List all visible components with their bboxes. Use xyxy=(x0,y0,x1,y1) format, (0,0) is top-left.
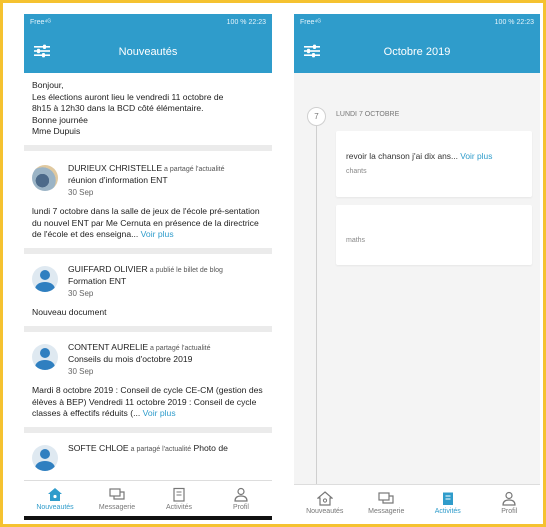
news-post[interactable]: DURIEUX CHRISTELLE a partagé l'actualité… xyxy=(24,150,272,248)
nav-messages[interactable]: Messagerie xyxy=(86,481,148,516)
day-label: LUNDI 7 OCTOBRE xyxy=(336,111,400,118)
activity-card[interactable]: revoir la chanson j'ai dix ans... Voir p… xyxy=(336,131,532,197)
phone-news-feed: Free⁴ᴳ 100 % 22:23 Nouveautés Bonjour, L… xyxy=(24,14,272,520)
page-title: Octobre 2019 xyxy=(383,46,451,58)
post-date: 30 Sep xyxy=(68,366,94,376)
system-nav-bar xyxy=(24,516,272,520)
post-action: a partagé l'actualité xyxy=(148,344,211,352)
chat-icon xyxy=(378,491,394,504)
post-header: CONTENT AURELIE a partagé l'actualité Co… xyxy=(32,342,264,378)
home-icon xyxy=(316,490,333,506)
post-header: DURIEUX CHRISTELLE a partagé l'actualité… xyxy=(32,163,264,199)
status-bar: Free⁴ᴳ 100 % 22:23 xyxy=(294,14,540,31)
phone-activities: Free⁴ᴳ 100 % 22:23 Octobre 2019 7 LUNDI … xyxy=(294,14,540,520)
post-action: a publié le billet de blog xyxy=(147,266,223,274)
nav-news[interactable]: Nouveautés xyxy=(24,481,86,516)
post-meta: CONTENT AURELIE a partagé l'actualité Co… xyxy=(68,342,211,378)
nav-news[interactable]: Nouveautés xyxy=(294,485,356,520)
avatar[interactable] xyxy=(32,444,58,471)
status-right: 100 % 22:23 xyxy=(495,19,534,26)
post-meta: SOFTE CHLOE a partagé l'actualité Photo … xyxy=(68,443,228,456)
post-author[interactable]: CONTENT AURELIE xyxy=(68,342,148,352)
post-body: Mardi 8 octobre 2019 : Conseil de cycle … xyxy=(32,385,264,420)
avatar[interactable] xyxy=(32,164,58,191)
avatar[interactable] xyxy=(32,343,58,370)
page-title: Nouveautés xyxy=(118,46,178,58)
post-body: lundi 7 octobre dans la salle de jeux de… xyxy=(32,206,264,241)
status-right: 100 % 22:23 xyxy=(227,19,266,26)
post-action: a partagé l'actualité xyxy=(162,165,225,173)
user-icon xyxy=(502,491,516,506)
nav-label: Nouveautés xyxy=(36,503,74,511)
post-date: 30 Sep xyxy=(68,187,94,197)
see-more-link[interactable]: Voir plus xyxy=(460,151,492,161)
nav-label: Activités xyxy=(165,503,193,511)
news-post[interactable]: GUIFFARD OLIVIER a publié le billet de b… xyxy=(24,253,272,326)
post-body: Nouveau document xyxy=(32,307,107,317)
nav-activities[interactable]: Activités xyxy=(417,485,479,520)
activity-tag: maths xyxy=(346,237,366,244)
nav-activities[interactable]: Activités xyxy=(148,481,210,516)
notebook-icon xyxy=(442,492,453,505)
carrier-label: Free⁴ᴳ xyxy=(300,19,321,26)
announcement-line: Les élections auront lieu le vendredi 11… xyxy=(32,91,224,102)
nav-label: Activités xyxy=(434,507,461,515)
battery-label: 100 % xyxy=(494,19,515,26)
post-action: a partagé l'actualité xyxy=(128,445,192,453)
activity-tag: chants xyxy=(346,168,367,175)
announcement-line: Bonne journée xyxy=(32,114,88,125)
activity-timeline: 7 LUNDI 7 OCTOBRE revoir la chanson j'ai… xyxy=(294,73,540,484)
announcement-line: Mme Dupuis xyxy=(32,126,81,136)
news-post[interactable]: SOFTE CHLOE a partagé l'actualité Photo … xyxy=(24,432,272,484)
post-date: 30 Sep xyxy=(68,288,94,298)
carrier-label: Free⁴ᴳ xyxy=(30,19,51,26)
announcement-line: Bonjour, xyxy=(32,80,64,90)
post-author[interactable]: DURIEUX CHRISTELLE xyxy=(68,163,162,173)
battery-label: 100 % xyxy=(226,19,247,26)
post-subject: réunion d'information ENT xyxy=(68,175,168,185)
post-meta: DURIEUX CHRISTELLE a partagé l'actualité… xyxy=(68,163,225,199)
nav-label: Messagerie xyxy=(368,507,405,515)
avatar[interactable] xyxy=(32,265,58,292)
activity-title: revoir la chanson j'ai dix ans... Voir p… xyxy=(346,151,522,161)
news-feed: Bonjour, Les élections auront lieu le ve… xyxy=(24,73,272,484)
bottom-navigation: Nouveautés Messagerie Activités Profil xyxy=(294,484,540,520)
home-icon xyxy=(48,487,62,501)
bottom-navigation: Nouveautés Messagerie Activités Profil xyxy=(24,480,272,516)
post-subject: Photo de xyxy=(193,442,228,453)
nav-label: Profil xyxy=(233,503,249,511)
see-more-link[interactable]: Voir plus xyxy=(141,229,174,239)
announcement-line: 8h15 à 12h30 dans la BCD côté élémentair… xyxy=(32,103,204,113)
app-bar: Nouveautés xyxy=(24,31,272,73)
post-subject: Formation ENT xyxy=(68,276,127,286)
user-icon xyxy=(234,487,248,502)
time-label: 22:23 xyxy=(516,19,534,26)
post-subject: Conseils du mois d'octobre 2019 xyxy=(68,354,193,364)
day-number-badge: 7 xyxy=(307,107,326,126)
nav-profile[interactable]: Profil xyxy=(210,481,272,516)
nav-messages[interactable]: Messagerie xyxy=(356,485,418,520)
timeline-line xyxy=(316,121,317,484)
activity-card[interactable]: maths xyxy=(336,205,532,265)
nav-label: Nouveautés xyxy=(306,507,344,515)
app-bar: Octobre 2019 xyxy=(294,31,540,73)
post-meta: GUIFFARD OLIVIER a publié le billet de b… xyxy=(68,264,223,300)
post-author[interactable]: GUIFFARD OLIVIER xyxy=(68,264,148,274)
nav-label: Messagerie xyxy=(98,503,136,511)
announcement-card[interactable]: Bonjour, Les élections auront lieu le ve… xyxy=(24,73,272,145)
news-post[interactable]: CONTENT AURELIE a partagé l'actualité Co… xyxy=(24,331,272,427)
post-header: SOFTE CHLOE a partagé l'actualité Photo … xyxy=(32,443,264,471)
post-header: GUIFFARD OLIVIER a publié le billet de b… xyxy=(32,264,264,300)
chat-icon xyxy=(109,487,125,500)
see-more-link[interactable]: Voir plus xyxy=(143,408,176,418)
notebook-icon xyxy=(173,487,185,502)
post-author[interactable]: SOFTE CHLOE xyxy=(68,443,129,453)
status-bar: Free⁴ᴳ 100 % 22:23 xyxy=(24,14,272,31)
activity-title-text: revoir la chanson j'ai dix ans... xyxy=(346,151,458,161)
nav-profile[interactable]: Profil xyxy=(479,485,541,520)
time-label: 22:23 xyxy=(248,19,266,26)
nav-label: Profil xyxy=(501,507,518,515)
